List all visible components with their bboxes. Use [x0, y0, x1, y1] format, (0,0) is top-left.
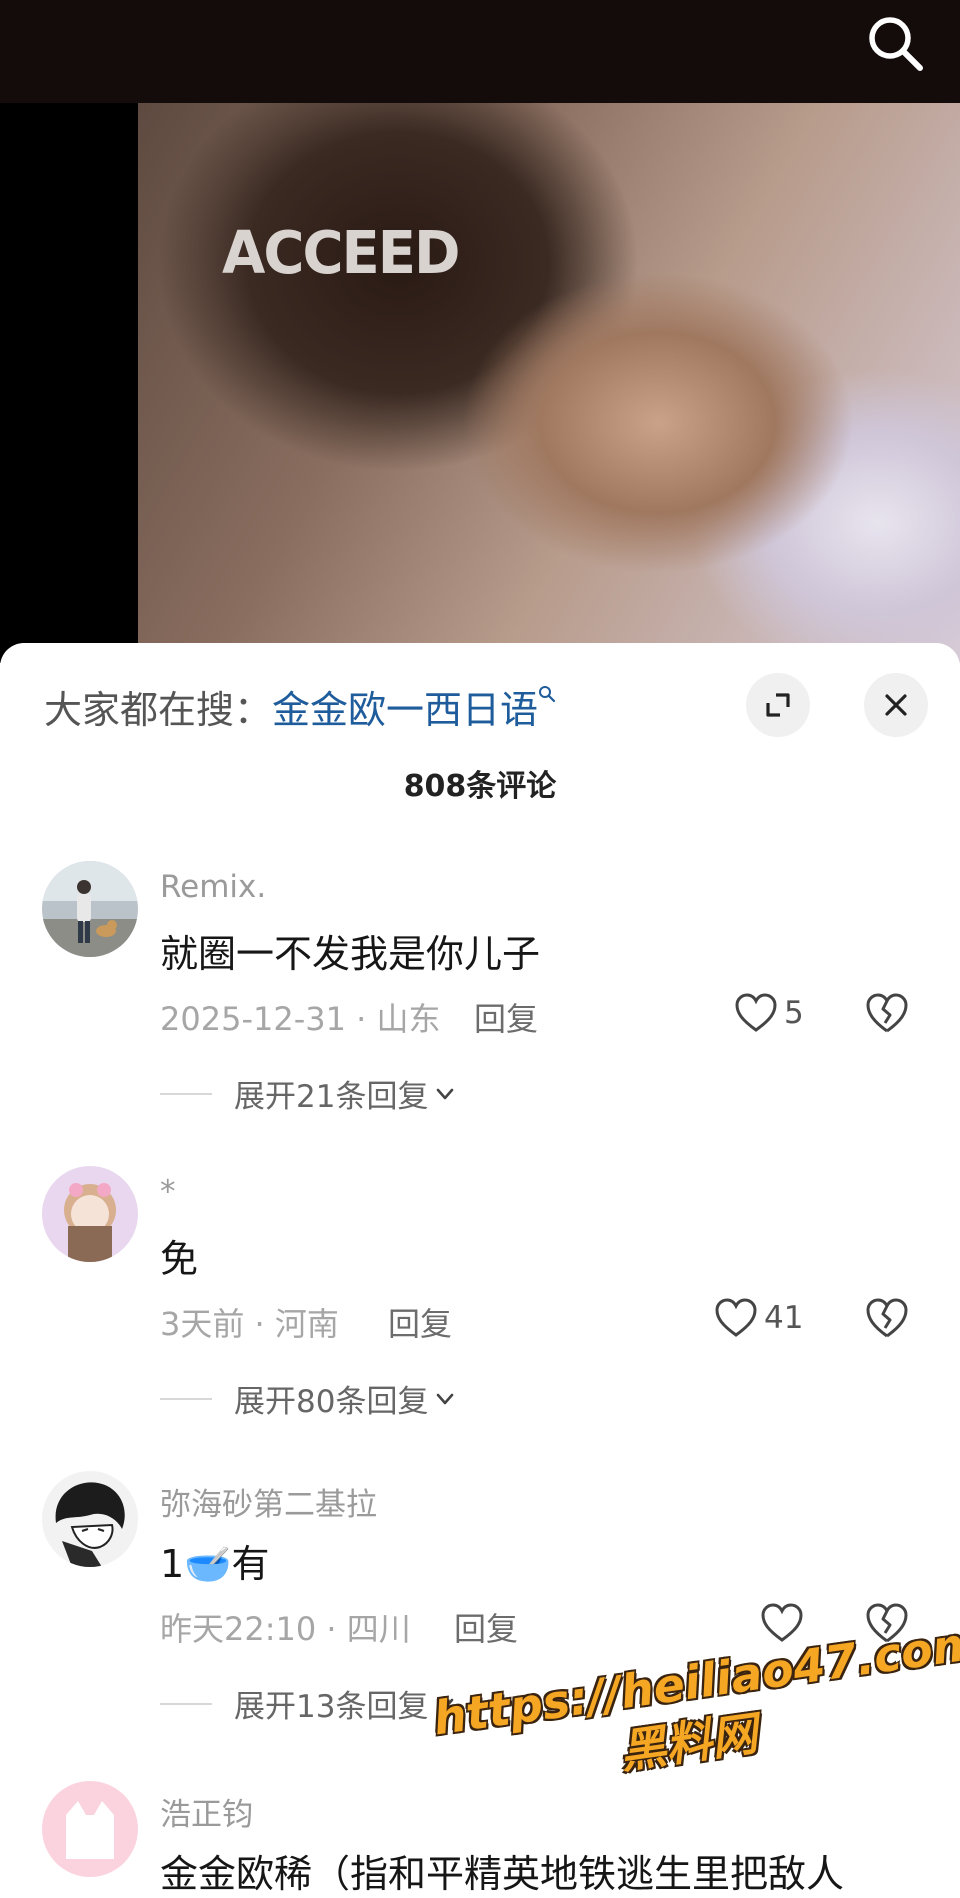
heart-icon — [735, 993, 777, 1032]
like-count: 5 — [784, 995, 804, 1031]
comment-username[interactable]: * — [160, 1174, 176, 1210]
search-button[interactable] — [862, 10, 930, 78]
video-player[interactable]: ACCEED — [0, 103, 960, 663]
comment-meta: 2025-12-31 · 山东 — [160, 1000, 441, 1038]
comment-text: 就圈一不发我是你儿子 — [160, 932, 541, 976]
expand-replies-label: 展开21条回复 — [234, 1079, 429, 1115]
close-button[interactable] — [864, 673, 928, 737]
trending-search[interactable]: 大家都在搜：金金欧一西日语 — [44, 679, 556, 734]
comment-meta: 3天前 · 河南 — [160, 1305, 339, 1343]
comment-username[interactable]: 浩正钧 — [160, 1789, 253, 1834]
comment-text: 1🥣有 — [160, 1542, 270, 1586]
like-button[interactable] — [760, 1601, 804, 1645]
like-button[interactable]: 5 — [734, 991, 804, 1035]
expand-replies-label: 展开80条回复 — [234, 1384, 429, 1420]
search-icon — [539, 686, 556, 703]
top-bar — [0, 0, 960, 103]
like-button[interactable]: 41 — [714, 1296, 803, 1340]
comment-meta: 昨天22:10 · 四川 — [160, 1610, 411, 1648]
broken-heart-icon — [866, 993, 908, 1033]
chevron-down-icon — [437, 1393, 454, 1404]
video-frame — [138, 103, 960, 663]
broken-heart-icon — [866, 1298, 908, 1338]
trending-search-prefix: 大家都在搜： — [44, 688, 273, 732]
chevron-down-icon — [437, 1088, 454, 1099]
avatar[interactable] — [42, 1166, 138, 1262]
close-icon — [885, 694, 907, 716]
expand-replies[interactable]: 展开80条回复 — [160, 1376, 456, 1421]
comment-text: 金金欧稀（指和平精英地铁逃生里把敌人 — [160, 1852, 845, 1896]
expand-icon — [766, 693, 790, 717]
reply-button[interactable]: 回复 — [474, 994, 538, 1040]
comment-text: 免 — [160, 1237, 199, 1281]
expand-button[interactable] — [746, 673, 810, 737]
comment-username[interactable]: Remix. — [160, 869, 266, 905]
reply-button[interactable]: 回复 — [454, 1604, 518, 1650]
expand-replies[interactable]: 展开21条回复 — [160, 1071, 456, 1116]
divider — [160, 1092, 212, 1095]
avatar[interactable] — [42, 1471, 138, 1567]
video-logo: ACCEED — [222, 219, 461, 288]
heart-icon — [715, 1298, 757, 1337]
trending-search-keyword[interactable]: 金金欧一西日语 — [272, 688, 538, 732]
comment-count: 808条评论 — [403, 769, 557, 804]
dislike-button[interactable] — [864, 1296, 910, 1340]
search-icon — [869, 17, 923, 71]
divider — [160, 1702, 212, 1705]
dislike-button[interactable] — [864, 991, 910, 1035]
avatar[interactable] — [42, 861, 138, 957]
expand-replies[interactable]: 展开13条回复 — [160, 1681, 456, 1726]
reply-button[interactable]: 回复 — [388, 1299, 452, 1345]
heart-icon — [761, 1603, 803, 1642]
divider — [160, 1397, 212, 1400]
like-count: 41 — [764, 1300, 804, 1336]
comment-username[interactable]: 弥海砂第二基拉 — [160, 1479, 377, 1524]
avatar[interactable] — [42, 1781, 138, 1877]
expand-replies-label: 展开13条回复 — [234, 1689, 429, 1725]
